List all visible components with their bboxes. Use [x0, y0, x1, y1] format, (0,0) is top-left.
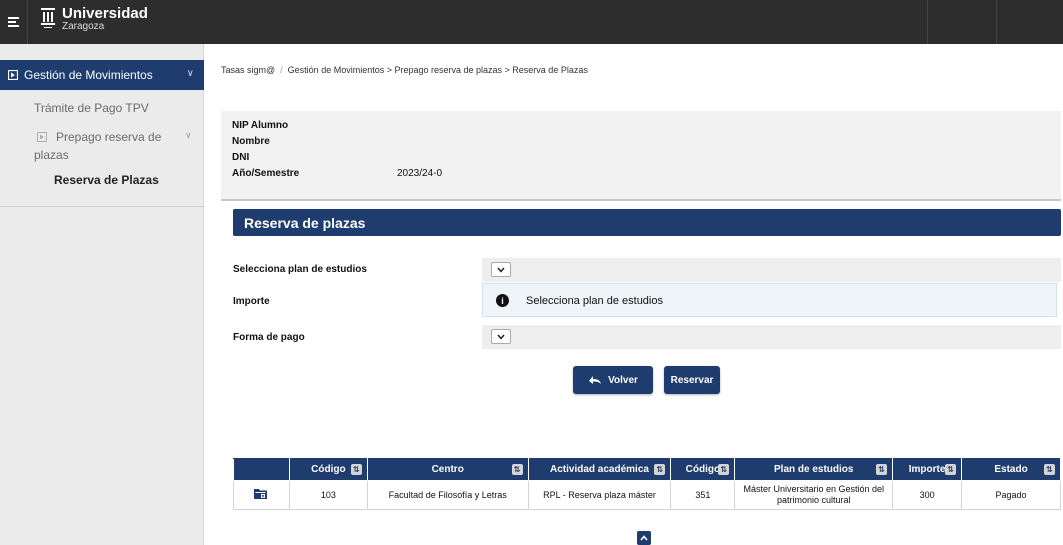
- reservations-table: Código ⇅ Centro ⇅ Actividad académica ⇅ Cód…: [233, 458, 1061, 510]
- university-logo[interactable]: Universidad Zaragoza: [40, 6, 148, 32]
- column-header-estado[interactable]: Estado ⇅: [961, 458, 1061, 481]
- back-arrow-icon: [589, 376, 602, 384]
- importe-info: i Selecciona plan de estudios: [482, 283, 1057, 317]
- dni-label: DNI: [232, 152, 250, 163]
- sidebar: Gestión de Movimientos ∨ Trámite de Pago…: [0, 44, 204, 545]
- sidebar-divider: [0, 206, 204, 207]
- plan-select[interactable]: [482, 258, 1061, 282]
- pago-select[interactable]: [482, 325, 1061, 349]
- dropdown-button[interactable]: [491, 262, 511, 277]
- column-header-icon: [233, 458, 290, 481]
- sort-icon[interactable]: ⇅: [1044, 464, 1055, 475]
- column-header-plan[interactable]: Plan de estudios ⇅: [734, 458, 894, 481]
- sort-icon[interactable]: ⇅: [350, 464, 362, 475]
- cell-estado: Pagado: [961, 480, 1061, 510]
- expand-square-icon: [8, 70, 18, 80]
- header-label: Plan de estudios: [774, 464, 854, 475]
- hamburger-icon: [7, 17, 19, 27]
- nombre-label: Nombre: [232, 136, 270, 147]
- back-button[interactable]: Volver: [573, 366, 653, 394]
- plan-line-1: Máster Universitario en Gestión del: [743, 484, 885, 494]
- top-bar: Universidad Zaragoza: [0, 0, 1063, 44]
- sidebar-item-label: Prepago reserva de: [56, 130, 162, 144]
- breadcrumb: Tasas sigm@ / Gestión de Movimientos > Pre…: [221, 65, 588, 75]
- column-header-actividad[interactable]: Actividad académica ⇅: [527, 458, 672, 481]
- logo-title: Universidad: [62, 5, 148, 22]
- pago-label: Forma de pago: [233, 332, 305, 343]
- section-title: Reserva de plazas: [233, 209, 1061, 236]
- table-header-row: Código ⇅ Centro ⇅ Actividad académica ⇅ Cód…: [233, 458, 1061, 481]
- chevron-up-icon: [640, 535, 648, 541]
- sidebar-item-tramite-pago[interactable]: Trámite de Pago TPV: [34, 101, 149, 115]
- user-menu-area[interactable]: [927, 0, 997, 44]
- cell-plan: Máster Universitario en Gestión del patr…: [734, 480, 894, 510]
- table-row: 103 Facultad de Filosofía y Letras RPL -…: [233, 480, 1061, 510]
- plan-label: Selecciona plan de estudios: [233, 264, 367, 275]
- importe-label: Importe: [233, 296, 270, 307]
- sidebar-subitem-reserva-plazas[interactable]: Reserva de Plazas: [54, 173, 159, 187]
- sidebar-item-prepago[interactable]: Prepago reserva de plazas ∨: [34, 130, 204, 166]
- year-value: 2023/24-0: [397, 168, 443, 179]
- cell-codigo: 103: [288, 480, 368, 510]
- logo-subtitle: Zaragoza: [62, 21, 105, 32]
- sort-icon[interactable]: ⇅: [511, 464, 523, 475]
- cell-codigo-plan: 351: [670, 480, 736, 510]
- sidebar-item-label: Gestión de Movimientos: [24, 68, 153, 82]
- chevron-down-icon: [497, 267, 505, 273]
- cell-actividad: RPL - Reserva plaza máster: [527, 480, 672, 510]
- sidebar-item-label-cont: plazas: [34, 148, 69, 162]
- info-icon: i: [496, 294, 509, 307]
- folder-document-icon[interactable]: [254, 488, 268, 500]
- sort-icon[interactable]: ⇅: [876, 464, 888, 475]
- scroll-to-top-button[interactable]: [637, 531, 651, 545]
- sort-icon[interactable]: ⇅: [945, 464, 957, 475]
- dropdown-button[interactable]: [491, 329, 511, 344]
- header-label: Código: [685, 464, 721, 475]
- breadcrumb-path: Gestión de Movimientos > Prepago reserva…: [287, 65, 588, 75]
- importe-message: Selecciona plan de estudios: [526, 295, 663, 307]
- cell-importe: 300: [892, 480, 963, 510]
- header-label: Código: [311, 464, 346, 475]
- chevron-down-icon: [497, 334, 505, 340]
- year-label: Año/Semestre: [232, 168, 300, 179]
- nip-label: NIP Alumno: [232, 120, 289, 131]
- chevron-down-icon: ∨: [185, 130, 192, 140]
- sort-icon[interactable]: ⇅: [654, 464, 666, 475]
- column-header-codigo[interactable]: Código ⇅: [288, 458, 368, 481]
- header-label: Estado: [994, 464, 1028, 475]
- chevron-down-icon: ∨: [186, 68, 194, 79]
- reserve-button[interactable]: Reservar: [664, 366, 720, 394]
- plan-line-2: patrimonio cultural: [776, 495, 851, 505]
- cell-centro: Facultad de Filosofía y Letras: [366, 480, 529, 510]
- header-label: Actividad académica: [550, 464, 649, 475]
- column-header-codigo-plan[interactable]: Código ⇅: [670, 458, 736, 481]
- back-button-label: Volver: [608, 374, 638, 386]
- university-emblem-icon: [41, 8, 55, 28]
- column-header-importe[interactable]: Importe ⇅: [892, 458, 963, 481]
- header-label: Centro: [431, 464, 464, 475]
- header-label: Importe: [908, 464, 946, 475]
- student-info-panel: NIP Alumno Nombre DNI Año/Semestre 2023/…: [221, 111, 1061, 201]
- sort-icon[interactable]: ⇅: [718, 464, 730, 475]
- menu-toggle-button[interactable]: [0, 0, 28, 44]
- row-action-cell[interactable]: [233, 480, 290, 510]
- sidebar-item-gestion-movimientos[interactable]: Gestión de Movimientos ∨: [0, 60, 204, 90]
- breadcrumb-root[interactable]: Tasas sigm@: [221, 65, 275, 75]
- column-header-centro[interactable]: Centro ⇅: [366, 458, 529, 481]
- expand-square-icon: [37, 132, 47, 142]
